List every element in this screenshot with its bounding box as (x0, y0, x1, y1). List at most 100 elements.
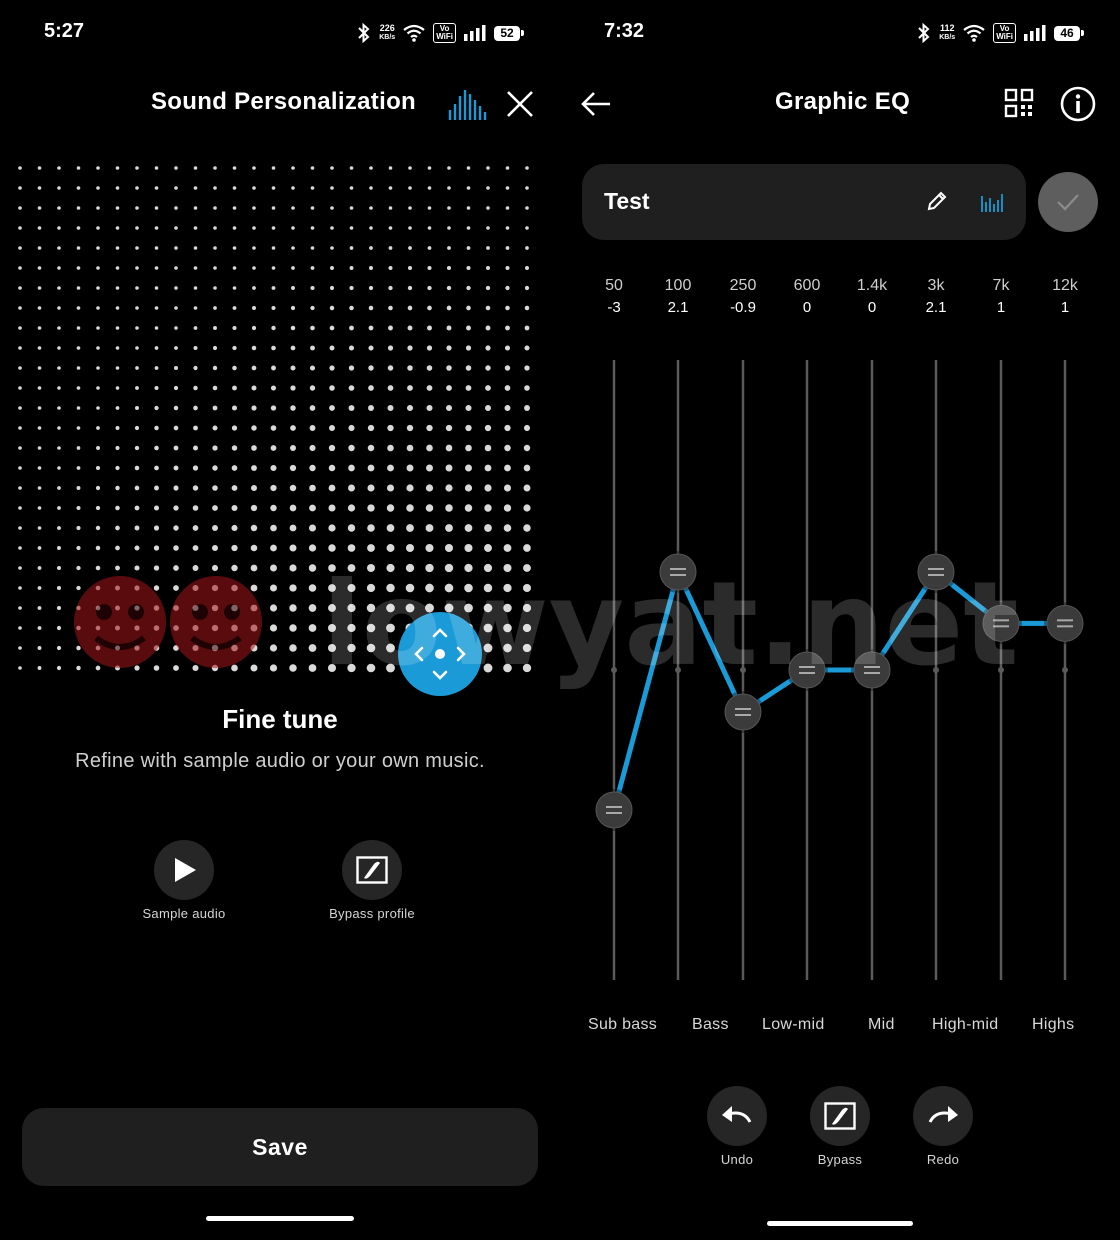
grid-dot (57, 506, 61, 510)
home-indicator[interactable] (206, 1216, 354, 1221)
grid-dot (407, 325, 413, 331)
equalizer-icon[interactable] (448, 88, 488, 120)
confirm-button[interactable] (1038, 172, 1098, 232)
bypass-label: Bypass (817, 1152, 863, 1167)
grid-dot (523, 464, 531, 472)
bypass-button[interactable] (810, 1086, 870, 1146)
grid-dot (37, 266, 42, 270)
eq-band-knob[interactable] (788, 651, 826, 689)
grid-dot (291, 226, 295, 230)
grid-dot (37, 586, 42, 590)
grid-dot (503, 563, 512, 573)
graphic-eq-chart[interactable]: 50 -3 100 2.1 250 -0.9 600 0 1.4k 0 3k 2.1 7k 1 12k 1 (560, 260, 1120, 1000)
sample-audio-button[interactable] (154, 840, 214, 900)
grid-dot (505, 226, 510, 230)
redo-button[interactable] (913, 1086, 973, 1146)
grid-dot (134, 405, 140, 411)
grid-dot (76, 645, 81, 651)
fine-tune-dot-grid[interactable] (0, 150, 560, 690)
grid-dot (56, 625, 62, 631)
grid-dot (193, 326, 198, 330)
equalizer-icon[interactable] (980, 192, 1006, 212)
eq-band-knob[interactable] (1046, 604, 1084, 642)
grid-dot (154, 346, 159, 350)
undo-button[interactable] (707, 1086, 767, 1146)
grid-dot (95, 485, 101, 491)
grid-dot (465, 404, 472, 412)
grid-dot (387, 444, 394, 452)
grid-dot (271, 365, 276, 371)
grid-dot (231, 485, 238, 491)
eq-band-knob[interactable] (659, 553, 697, 591)
bypass-profile-button[interactable] (342, 840, 402, 900)
grid-dot (289, 664, 297, 672)
grid-dot (76, 306, 81, 310)
save-button[interactable]: Save (22, 1108, 538, 1186)
play-icon (175, 858, 196, 882)
grid-dot (386, 643, 395, 653)
info-icon[interactable] (1060, 86, 1096, 122)
grid-dot (503, 504, 512, 512)
grid-dot (405, 563, 415, 573)
grid-dot (330, 246, 334, 250)
grid-dot (18, 506, 22, 510)
home-indicator[interactable] (767, 1221, 913, 1226)
eq-band-knob[interactable] (917, 553, 955, 591)
grid-dot (76, 486, 81, 490)
grid-dot (213, 206, 217, 210)
grid-dot (57, 246, 61, 250)
grid-dot (485, 305, 491, 311)
grid-dot (96, 366, 100, 370)
grid-dot (270, 504, 277, 512)
grid-dot (135, 286, 139, 290)
grid-dot (154, 326, 159, 330)
grid-dot (270, 385, 277, 391)
grid-dot (386, 603, 395, 613)
grid-dot (483, 623, 493, 633)
grid-dot (115, 326, 120, 330)
vowifi-badge: Vo WiFi (993, 23, 1016, 43)
close-icon[interactable] (506, 90, 534, 118)
grid-dot (37, 346, 42, 350)
preset-card[interactable]: Test (582, 164, 1026, 240)
grid-dot (135, 206, 139, 210)
grid-dot (329, 365, 335, 371)
grid-dot (291, 166, 295, 170)
pencil-icon[interactable] (926, 190, 948, 212)
grid-dot (465, 424, 472, 432)
back-arrow-icon[interactable] (580, 90, 612, 118)
grid-dot (250, 584, 258, 592)
grid-dot (523, 544, 531, 552)
qr-code-icon[interactable] (1004, 88, 1034, 118)
grid-dot (232, 325, 237, 331)
grid-dot (134, 425, 140, 431)
grid-dot (252, 246, 256, 250)
grid-dot (231, 584, 238, 592)
grid-dot (426, 444, 433, 452)
eq-band-knob[interactable] (982, 604, 1020, 642)
grid-dot (485, 385, 491, 391)
grid-dot (447, 226, 451, 230)
grid-dot (56, 585, 62, 591)
grid-dot (37, 646, 42, 650)
header: Graphic EQ (560, 72, 1120, 136)
eq-band-knob[interactable] (853, 651, 891, 689)
grid-dot (173, 445, 179, 451)
grid-dot (134, 625, 140, 631)
grid-dot (486, 166, 490, 170)
fine-tune-handle[interactable] (396, 610, 484, 698)
eq-band-knob[interactable] (595, 791, 633, 829)
grid-dot (386, 504, 395, 512)
grid-dot (503, 484, 512, 492)
grid-dot (57, 306, 61, 310)
grid-dot (37, 566, 42, 570)
frequency-label: 1.4k (857, 277, 888, 294)
grid-dot (252, 226, 256, 230)
grid-dot (173, 585, 179, 591)
grid-dot (289, 464, 297, 472)
eq-band-knob[interactable] (724, 693, 762, 731)
grid-dot (427, 166, 432, 170)
gain-value-label: 2.1 (668, 299, 689, 316)
grid-dot (212, 525, 218, 531)
grid-dot (18, 346, 22, 350)
